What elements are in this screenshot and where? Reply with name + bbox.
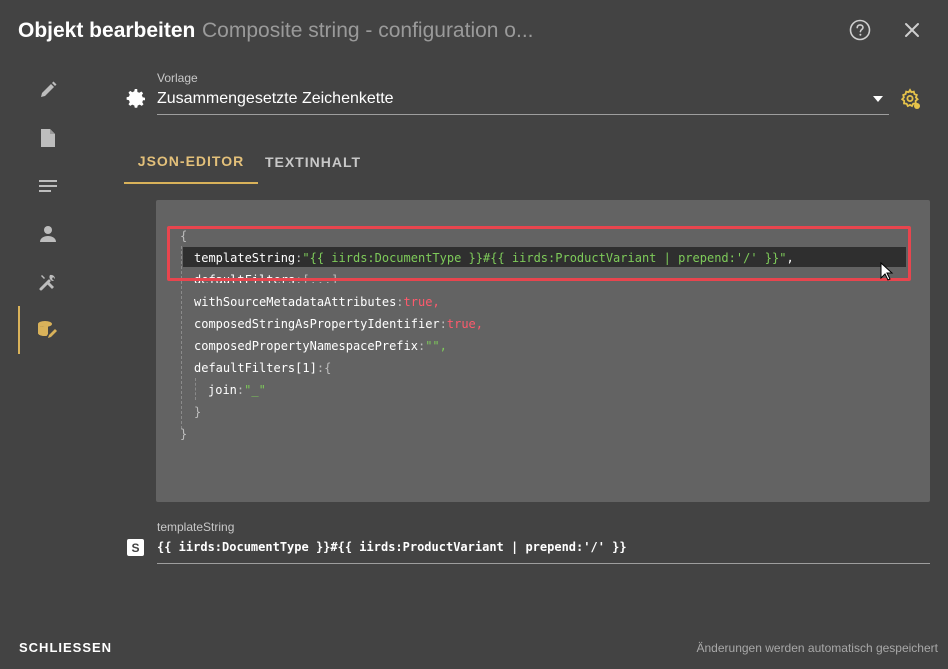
template-value: Zusammengesetzte Zeichenkette — [157, 90, 394, 107]
json-sep: : — [396, 295, 404, 309]
close-dialog-button[interactable]: SCHLIESSEN — [19, 640, 112, 655]
json-value: "" — [425, 339, 440, 353]
string-type-icon: S — [127, 539, 144, 556]
person-icon — [40, 226, 56, 242]
help-button[interactable] — [848, 18, 872, 42]
json-key: defaultFilters[1] — [194, 361, 317, 375]
database-edit-icon — [38, 321, 57, 338]
cog-settings-icon[interactable] — [898, 87, 922, 111]
mouse-cursor-icon — [880, 262, 894, 281]
pencil-icon — [41, 81, 57, 97]
sidebar-nav — [18, 66, 78, 354]
sidebar-item-text[interactable] — [18, 162, 78, 210]
tools-icon — [39, 274, 56, 291]
lines-icon — [39, 180, 57, 192]
indent-guide-nested — [195, 378, 196, 400]
json-key: composedPropertyNamespacePrefix — [194, 339, 418, 353]
sidebar-item-edit[interactable] — [18, 66, 78, 114]
dialog-title: Objekt bearbeiten — [18, 19, 196, 42]
autosave-status: Änderungen werden automatisch gespeicher… — [696, 641, 939, 655]
template-select[interactable]: Zusammengesetzte Zeichenkette — [157, 86, 889, 115]
json-line-default-filters-1[interactable]: defaultFilters[1]:{ — [194, 359, 331, 377]
document-icon — [41, 129, 55, 147]
json-trail: , — [432, 295, 440, 309]
template-string-label: templateString — [157, 520, 235, 534]
sidebar-item-user[interactable] — [18, 210, 78, 258]
dialog-header: Objekt bearbeiten Composite string - con… — [0, 0, 948, 62]
json-line-join[interactable]: join:"_" — [208, 381, 266, 399]
json-trail: , — [439, 339, 447, 353]
gear-icon — [126, 89, 145, 108]
sidebar-item-document[interactable] — [18, 114, 78, 162]
close-icon — [905, 23, 919, 37]
json-value: "_" — [244, 383, 266, 397]
tab-text-content[interactable]: TEXTINHALT — [258, 140, 368, 184]
json-value: true — [446, 317, 476, 331]
json-nested-close-brace: } — [194, 405, 202, 419]
help-icon — [849, 19, 871, 41]
json-sep: : — [316, 361, 325, 375]
json-sep: : — [439, 317, 447, 331]
sidebar-item-database[interactable] — [18, 306, 78, 354]
tab-json-editor[interactable]: JSON-EDITOR — [124, 140, 258, 184]
template-string-value: {{ iirds:DocumentType }}#{{ iirds:Produc… — [157, 540, 627, 554]
close-button[interactable] — [900, 18, 924, 42]
template-label: Vorlage — [157, 71, 198, 85]
template-string-field[interactable]: {{ iirds:DocumentType }}#{{ iirds:Produc… — [157, 536, 930, 564]
json-value: { — [324, 361, 332, 375]
json-line-composed-string-identifier[interactable]: composedStringAsPropertyIdentifier:true, — [194, 315, 483, 333]
json-trail: , — [475, 317, 484, 331]
json-value: true — [403, 295, 433, 309]
json-key: withSourceMetadataAttributes — [194, 295, 397, 309]
json-line-namespace-prefix[interactable]: composedPropertyNamespacePrefix:"", — [194, 337, 447, 355]
json-key: composedStringAsPropertyIdentifier — [194, 317, 440, 331]
json-line-with-source-metadata[interactable]: withSourceMetadataAttributes:true, — [194, 293, 440, 311]
json-close-brace: } — [180, 427, 188, 441]
sidebar-item-tools[interactable] — [18, 258, 78, 306]
json-key: join — [208, 383, 237, 397]
chevron-down-icon — [873, 96, 883, 102]
highlight-annotation-box — [167, 226, 911, 281]
dialog-subtitle: Composite string - configuration o... — [202, 19, 534, 42]
